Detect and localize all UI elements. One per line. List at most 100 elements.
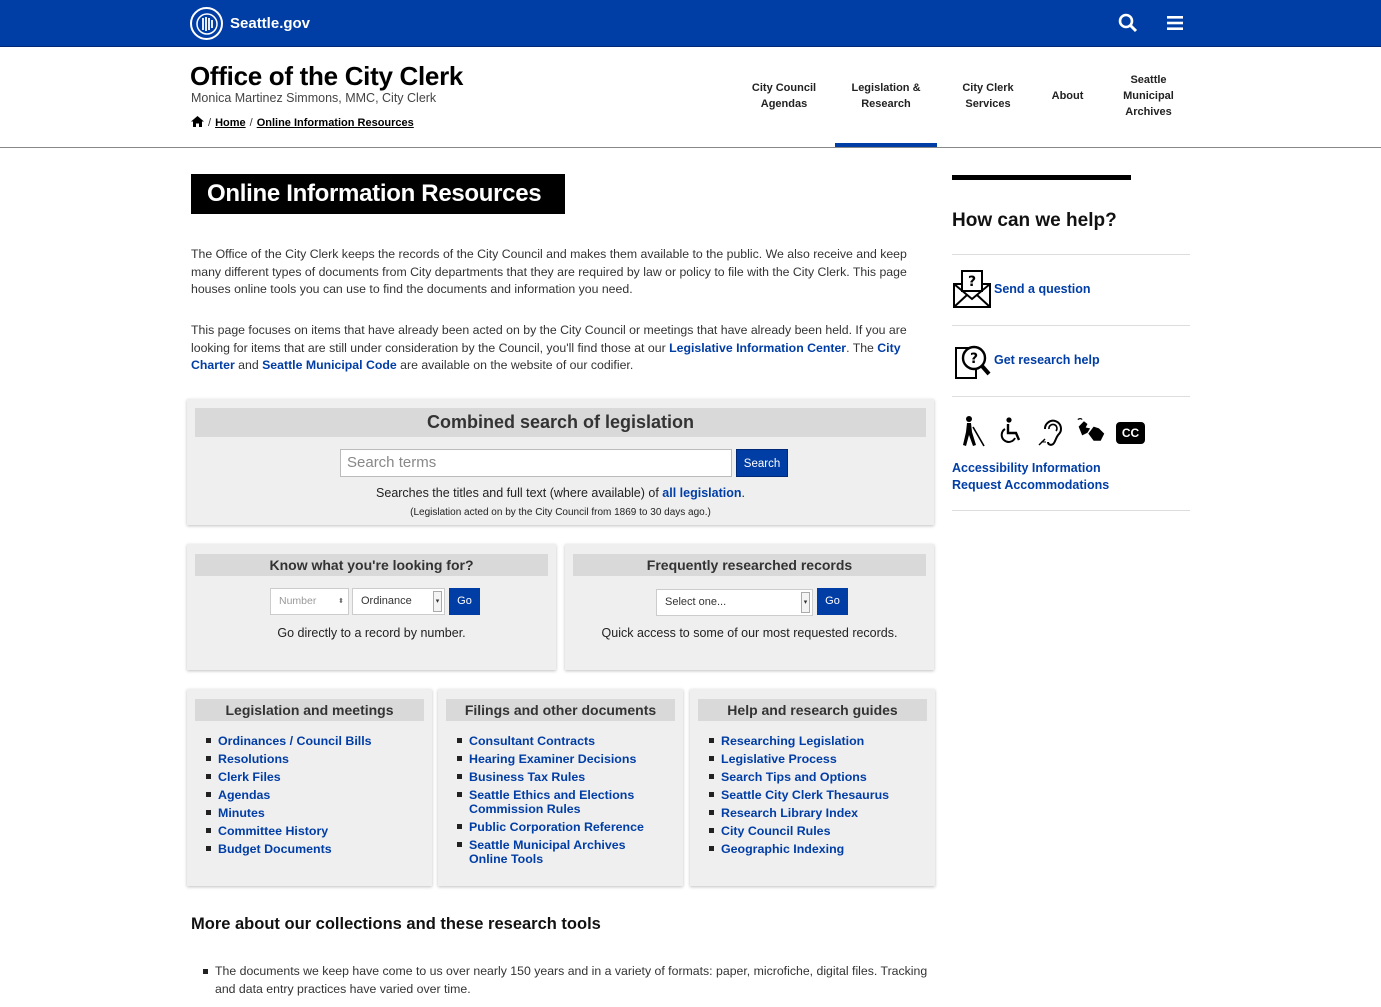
- resource-link[interactable]: Resolutions: [218, 752, 289, 766]
- accessibility-information-link[interactable]: Accessibility Information: [952, 461, 1101, 475]
- envelope-question-icon[interactable]: ?: [952, 269, 992, 309]
- record-go-button[interactable]: Go: [449, 588, 480, 615]
- link-list: Ordinances / Council Bills Resolutions C…: [204, 734, 426, 860]
- intro2-text: and: [234, 358, 263, 372]
- resource-link[interactable]: Clerk Files: [218, 770, 281, 784]
- seattle-municipal-code-link[interactable]: Seattle Municipal Code: [262, 358, 397, 372]
- sign-language-icon: [1076, 415, 1106, 447]
- search-note-text: Searches the titles and full text (where…: [376, 486, 663, 500]
- know-record-description: Go directly to a record by number.: [277, 626, 466, 640]
- more-about-heading: More about our collections and these res…: [191, 915, 601, 933]
- hearing-assistance-icon: [1036, 415, 1066, 447]
- nav-legislation-research[interactable]: Legislation & Research: [835, 47, 937, 147]
- chevron-down-icon[interactable]: ▾: [801, 592, 810, 613]
- intro-paragraph-2: This page focuses on items that have alr…: [191, 322, 936, 375]
- resource-link[interactable]: Hearing Examiner Decisions: [469, 752, 636, 766]
- resource-link[interactable]: Research Library Index: [721, 806, 858, 820]
- resource-link[interactable]: Search Tips and Options: [721, 770, 867, 784]
- record-type-value: Ordinance: [361, 595, 412, 607]
- list-item: Clerk Files: [204, 770, 426, 784]
- search-button[interactable]: Search: [736, 449, 788, 477]
- resource-link[interactable]: City Council Rules: [721, 824, 830, 838]
- research-help-row: ? Get research help: [952, 340, 1100, 380]
- resource-link[interactable]: Agendas: [218, 788, 270, 802]
- resource-link[interactable]: Minutes: [218, 806, 265, 820]
- search-note-range: (Legislation acted on by the City Counci…: [410, 507, 711, 518]
- record-type-select[interactable]: Ordinance ▾: [352, 588, 445, 615]
- list-item: Public Corporation Reference: [455, 820, 677, 834]
- number-spinner-icon[interactable]: ⬍: [338, 589, 344, 614]
- nav-seattle-municipal-archives[interactable]: Seattle Municipal Archives: [1096, 47, 1201, 147]
- resource-link[interactable]: Budget Documents: [218, 842, 332, 856]
- list-item: Geographic Indexing: [707, 842, 929, 856]
- frequent-go-button[interactable]: Go: [817, 588, 848, 615]
- resource-link[interactable]: Seattle Municipal Archives Online Tools: [469, 838, 626, 866]
- combined-search-heading: Combined search of legislation: [195, 408, 926, 437]
- frequent-records-select[interactable]: Select one... ▾: [656, 589, 813, 616]
- resource-link[interactable]: Seattle Ethics and Elections Commission …: [469, 788, 634, 816]
- closed-captions-icon: CC: [1116, 421, 1145, 444]
- resource-link[interactable]: Ordinances / Council Bills: [218, 734, 372, 748]
- sidebar-heading: How can we help?: [952, 210, 1117, 231]
- site-title[interactable]: Office of the City Clerk: [190, 61, 463, 92]
- legislation-meetings-panel: Legislation and meetings Ordinances / Co…: [187, 689, 432, 886]
- list-item: Ordinances / Council Bills: [204, 734, 426, 748]
- list-item: Hearing Examiner Decisions: [455, 752, 677, 766]
- link-list: Researching Legislation Legislative Proc…: [707, 734, 929, 860]
- search-icon[interactable]: [1115, 10, 1141, 36]
- legislative-information-center-link[interactable]: Legislative Information Center: [669, 341, 846, 355]
- list-item: Agendas: [204, 788, 426, 802]
- send-question-link[interactable]: Send a question: [994, 282, 1091, 296]
- research-help-link[interactable]: Get research help: [994, 353, 1100, 367]
- nav-city-council-agendas[interactable]: City Council Agendas: [733, 47, 835, 147]
- list-item: Legislative Process: [707, 752, 929, 766]
- filings-documents-panel: Filings and other documents Consultant C…: [438, 689, 683, 886]
- resource-link[interactable]: Geographic Indexing: [721, 842, 844, 856]
- resource-link[interactable]: Business Tax Rules: [469, 770, 585, 784]
- list-item: Seattle Ethics and Elections Commission …: [455, 788, 645, 816]
- chevron-down-icon[interactable]: ▾: [433, 591, 442, 612]
- accessibility-icons: CC: [956, 415, 1145, 447]
- sidebar-accent-bar: [952, 175, 1131, 180]
- list-item: Seattle City Clerk Thesaurus: [707, 788, 929, 802]
- list-item: Seattle Municipal Archives Online Tools: [455, 838, 645, 866]
- magnifier-question-icon[interactable]: ?: [952, 340, 992, 380]
- breadcrumb-home[interactable]: Home: [215, 117, 246, 129]
- seattle-gov-logo[interactable]: Seattle.gov: [190, 7, 310, 40]
- resource-link[interactable]: Researching Legislation: [721, 734, 864, 748]
- resource-link[interactable]: Committee History: [218, 824, 328, 838]
- home-icon[interactable]: [191, 116, 204, 130]
- column-heading: Legislation and meetings: [195, 699, 424, 721]
- divider: [952, 254, 1190, 255]
- send-question-row: ? Send a question: [952, 269, 1091, 309]
- list-item: Budget Documents: [204, 842, 426, 856]
- more-about-list: The documents we keep have come to us ov…: [203, 963, 933, 998]
- intro2-text: . The: [846, 340, 878, 355]
- resource-link[interactable]: Public Corporation Reference: [469, 820, 644, 834]
- nav-about[interactable]: About: [1039, 47, 1096, 147]
- request-accommodations-link[interactable]: Request Accommodations: [952, 478, 1109, 492]
- list-item: Minutes: [204, 806, 426, 820]
- search-input[interactable]: Search terms: [340, 449, 732, 477]
- know-record-heading: Know what you're looking for?: [195, 554, 548, 576]
- breadcrumb-current[interactable]: Online Information Resources: [257, 117, 414, 129]
- resource-link[interactable]: Consultant Contracts: [469, 734, 595, 748]
- resource-link[interactable]: Seattle City Clerk Thesaurus: [721, 788, 889, 802]
- column-heading: Filings and other documents: [446, 699, 675, 721]
- know-record-panel: Know what you're looking for? Number ⬍ O…: [187, 544, 556, 670]
- resource-link[interactable]: Legislative Process: [721, 752, 837, 766]
- all-legislation-link[interactable]: all legislation: [662, 486, 741, 500]
- main-nav: City Council Agendas Legislation & Resea…: [733, 47, 1201, 147]
- frequent-records-panel: Frequently researched records Select one…: [565, 544, 934, 670]
- record-number-input[interactable]: Number ⬍: [270, 588, 349, 615]
- hamburger-menu-icon[interactable]: [1162, 10, 1188, 36]
- divider: [952, 325, 1190, 326]
- intro-paragraph: The Office of the City Clerk keeps the r…: [191, 247, 907, 296]
- wheelchair-icon: [996, 415, 1026, 447]
- search-note-text: .: [741, 486, 745, 500]
- breadcrumb-separator: /: [249, 117, 253, 129]
- seattle-seal-icon: [190, 7, 223, 40]
- nav-city-clerk-services[interactable]: City Clerk Services: [937, 47, 1039, 147]
- list-item: Resolutions: [204, 752, 426, 766]
- svg-text:?: ?: [970, 351, 978, 367]
